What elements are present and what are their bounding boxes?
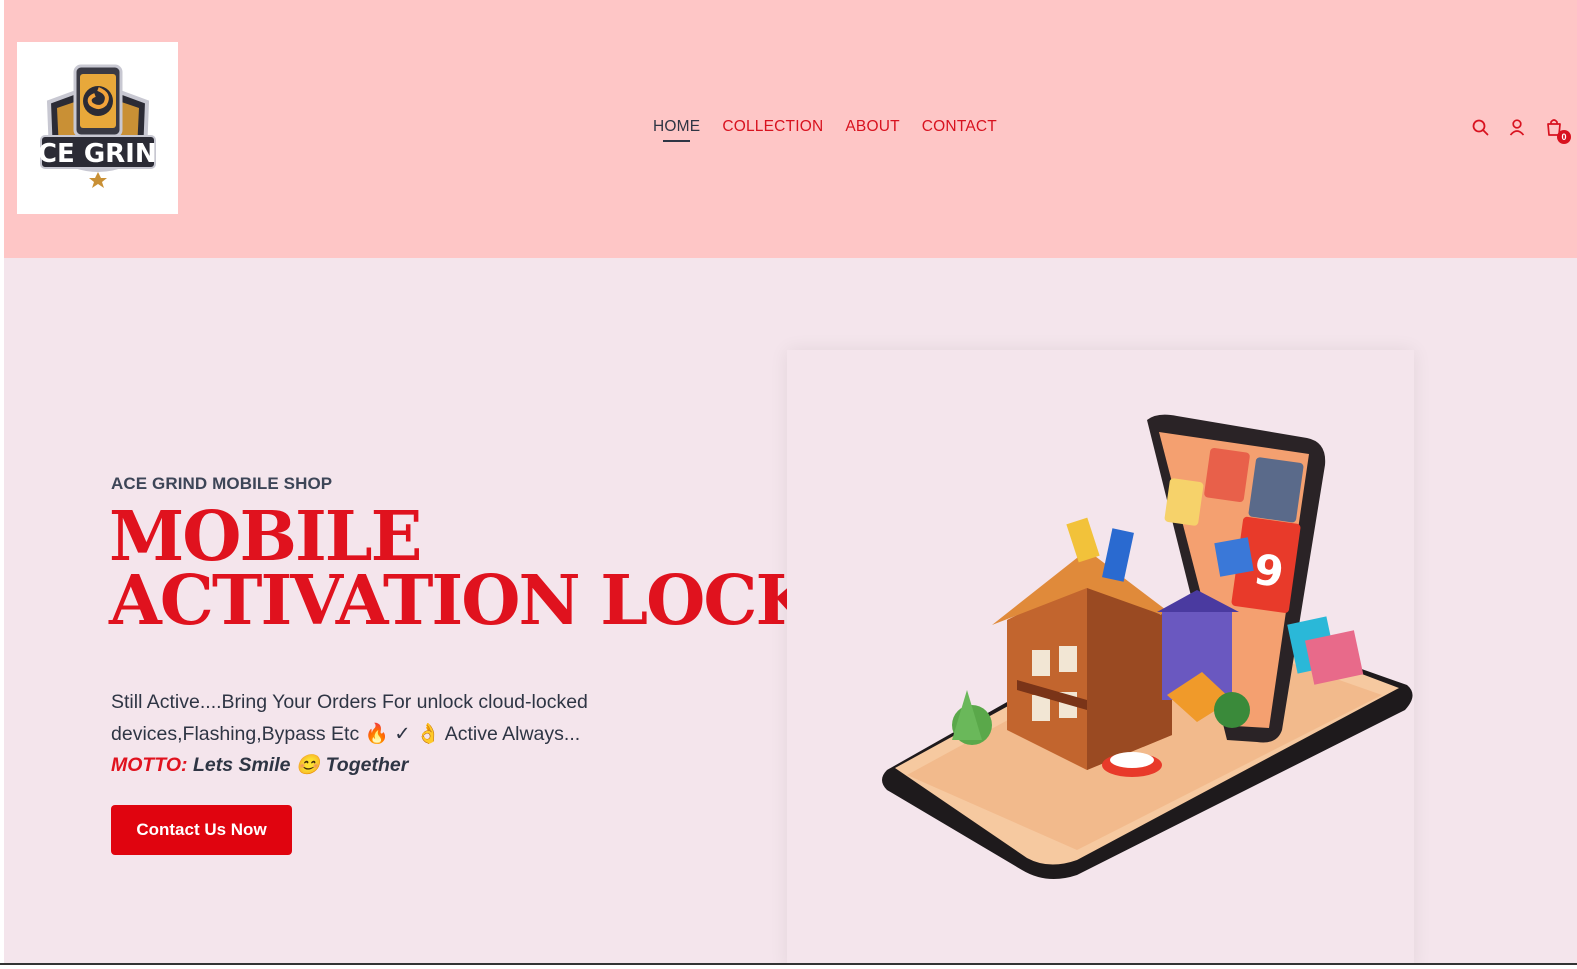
phone-illustration-icon: 9 <box>882 414 1413 879</box>
hero-image-card: 9 <box>787 350 1414 963</box>
logo-badge-icon: ACE GRIND <box>33 64 163 188</box>
page-bottom-divider <box>0 963 1577 969</box>
nav-item-home[interactable]: HOME <box>653 116 700 142</box>
motto-text: Lets Smile 😊 Together <box>187 754 409 776</box>
logo-text: ACE GRIND <box>33 139 163 169</box>
main-nav: HOME COLLECTION ABOUT CONTACT <box>653 116 997 142</box>
nav-item-contact[interactable]: CONTACT <box>922 116 997 138</box>
page: ACE GRIND HOME COLLECTION ABOUT CONTACT … <box>4 0 1577 963</box>
hero-title-line1: MOBILE <box>109 497 422 577</box>
motto-label: MOTTO: <box>111 754 188 776</box>
cart-count-badge: 0 <box>1557 130 1571 144</box>
nav-item-collection[interactable]: COLLECTION <box>722 116 823 138</box>
hero-subtitle: ACE GRIND MOBILE SHOP <box>111 474 333 493</box>
user-icon[interactable] <box>1508 117 1526 137</box>
contact-us-button[interactable]: Contact Us Now <box>111 805 292 855</box>
logo[interactable]: ACE GRIND <box>17 42 178 214</box>
hero-description: Still Active....Bring Your Orders For un… <box>111 691 588 745</box>
hero-title: MOBILE ACTIVATION LOCK! <box>109 497 842 641</box>
hero-title-line2: ACTIVATION LOCK! <box>109 561 842 641</box>
site-header: ACE GRIND HOME COLLECTION ABOUT CONTACT … <box>4 0 1577 258</box>
bag-icon[interactable]: 0 <box>1545 117 1571 144</box>
header-actions: 0 <box>1471 117 1571 144</box>
search-icon[interactable] <box>1471 117 1489 137</box>
motto: MOTTO: Lets Smile 😊 Together <box>111 749 408 781</box>
nav-item-about[interactable]: ABOUT <box>845 116 899 138</box>
